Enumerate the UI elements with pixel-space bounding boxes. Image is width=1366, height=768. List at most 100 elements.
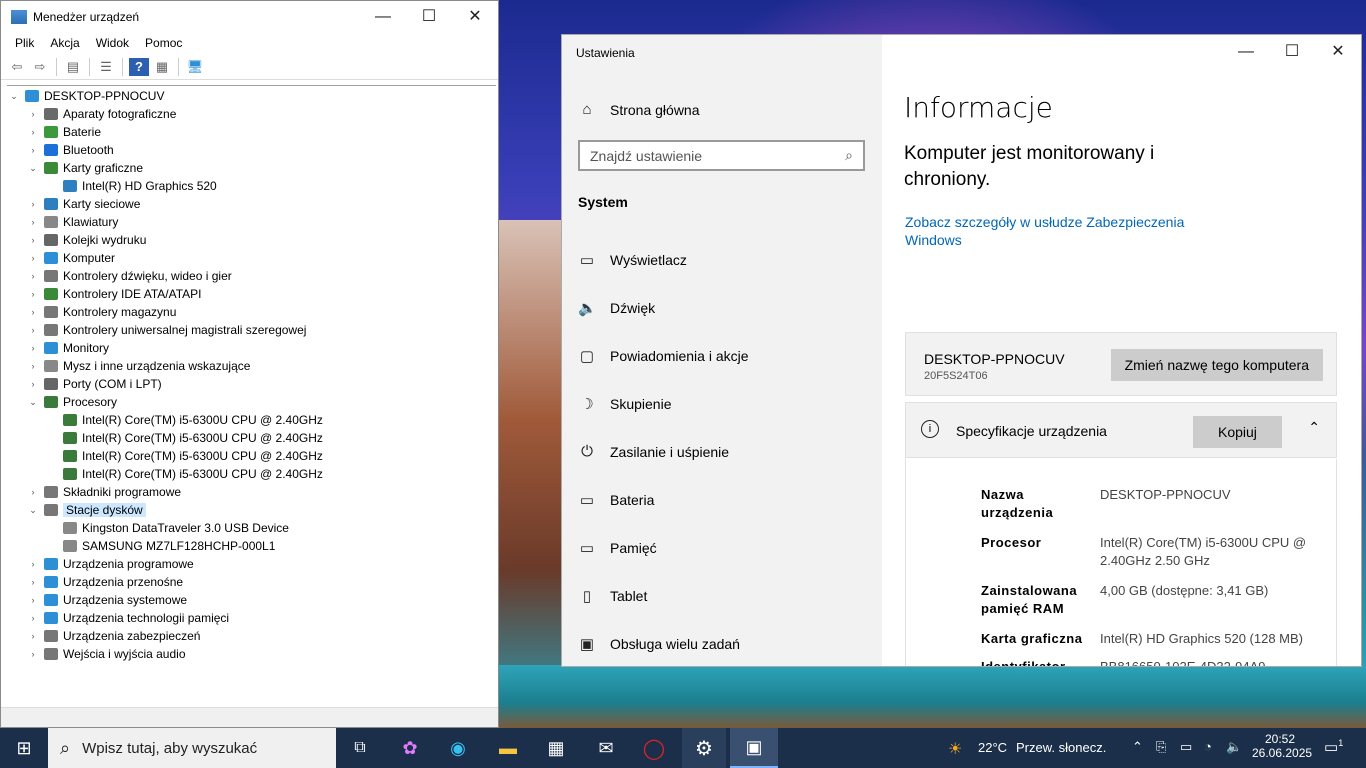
tree-item[interactable]: ⌄ Stacje dysków	[7, 501, 496, 519]
maximize-button[interactable]: ☐	[406, 1, 452, 32]
tree-item[interactable]: › Urządzenia technologii pamięci	[7, 609, 496, 627]
expand-chevron-icon[interactable]: ›	[26, 559, 40, 569]
weather-desc[interactable]: Przew. słonecz.	[1016, 740, 1106, 755]
tree-item[interactable]: › Baterie	[7, 123, 496, 141]
expand-chevron-icon[interactable]: ›	[26, 487, 40, 497]
security-details-link[interactable]: Zobacz szczegóły w usłudze Zabezpieczeni…	[905, 213, 1205, 249]
tree-item[interactable]: › Kontrolery magazynu	[7, 303, 496, 321]
file-explorer-icon[interactable]: ▬	[488, 728, 528, 768]
tree-item[interactable]: Intel(R) Core(TM) i5-6300U CPU @ 2.40GHz	[7, 429, 496, 447]
settings-search-input[interactable]: Znajdź ustawienie ⌕	[578, 140, 865, 171]
tree-item[interactable]: ⌄ Procesory	[7, 393, 496, 411]
expand-chevron-icon[interactable]: ›	[26, 127, 40, 137]
expand-chevron-icon[interactable]: ›	[26, 379, 40, 389]
expand-chevron-icon[interactable]: ›	[26, 271, 40, 281]
expand-chevron-icon[interactable]: ›	[26, 289, 40, 299]
spec-header[interactable]: i Specyfikacje urządzenia Kopiuj ⌃	[905, 402, 1337, 458]
expand-chevron-icon[interactable]: ›	[26, 577, 40, 587]
view-icon[interactable]: ▦	[152, 58, 172, 76]
volume-icon[interactable]: 🔈	[1226, 739, 1242, 755]
tree-item[interactable]: › Urządzenia przenośne	[7, 573, 496, 591]
expand-chevron-icon[interactable]: ›	[26, 631, 40, 641]
expand-chevron-icon[interactable]: ›	[26, 613, 40, 623]
nav-item[interactable]: ▣ Obsługa wielu zadań	[578, 635, 740, 653]
weather-temp[interactable]: 22°C	[978, 740, 1007, 755]
tree-item[interactable]: SAMSUNG MZ7LF128HCHP-000L1	[7, 537, 496, 555]
tree-item[interactable]: › Porty (COM i LPT)	[7, 375, 496, 393]
expand-chevron-icon[interactable]: ›	[26, 343, 40, 353]
nav-item[interactable]: 🔈 Dźwięk	[578, 299, 655, 317]
tree-item[interactable]: › Urządzenia programowe	[7, 555, 496, 573]
tree-item[interactable]: › Mysz i inne urządzenia wskazujące	[7, 357, 496, 375]
nav-item[interactable]: ▯ Tablet	[578, 587, 648, 605]
properties-icon[interactable]: ▤	[63, 58, 83, 76]
expand-chevron-icon[interactable]: ›	[26, 217, 40, 227]
tray-chevron-icon[interactable]: ⌃	[1132, 739, 1143, 755]
close-button[interactable]: ✕	[452, 1, 498, 32]
tree-item[interactable]: › Składniki programowe	[7, 483, 496, 501]
expand-chevron-icon[interactable]: ›	[26, 361, 40, 371]
nav-item[interactable]: ▭ Wyświetlacz	[578, 251, 687, 269]
expand-chevron-icon[interactable]: ›	[26, 325, 40, 335]
tree-item[interactable]: › Komputer	[7, 249, 496, 267]
start-button[interactable]: ⊞	[0, 728, 48, 768]
battery-icon[interactable]: ▭	[1180, 739, 1192, 755]
nav-item[interactable]: ▭ Pamięć	[578, 539, 657, 557]
taskbar-search-input[interactable]: ⌕ Wpisz tutaj, aby wyszukać	[48, 728, 336, 768]
nav-item[interactable]: ▭ Bateria	[578, 491, 654, 509]
collapse-chevron-icon[interactable]: ⌄	[26, 397, 40, 408]
menu-action[interactable]: Akcja	[42, 36, 87, 50]
expand-chevron-icon[interactable]: ›	[26, 199, 40, 209]
expand-chevron-icon[interactable]: ›	[26, 109, 40, 119]
copilot-icon[interactable]: ✿	[390, 728, 430, 768]
forward-arrow-icon[interactable]: ⇨	[30, 58, 50, 76]
chevron-up-icon[interactable]: ⌃	[1308, 419, 1320, 436]
opera-icon[interactable]: ◯	[634, 728, 674, 768]
minimize-button[interactable]: —	[360, 1, 406, 32]
tree-item[interactable]: › Klawiatury	[7, 213, 496, 231]
tree-item[interactable]: Kingston DataTraveler 3.0 USB Device	[7, 519, 496, 537]
device-manager-task-icon[interactable]: ▣	[730, 728, 778, 768]
tree-item[interactable]: ⌄ Karty graficzne	[7, 159, 496, 177]
nav-item[interactable]: ☽ Skupienie	[578, 395, 671, 413]
collapse-chevron-icon[interactable]: ⌄	[26, 505, 40, 516]
nav-item[interactable]: ▢ Powiadomienia i akcje	[578, 347, 749, 365]
menu-view[interactable]: Widok	[88, 36, 137, 50]
tree-root[interactable]: ⌄ DESKTOP-PPNOCUV	[7, 87, 496, 105]
settings-gear-icon[interactable]: ⚙	[682, 728, 726, 768]
task-view-icon[interactable]: ⧉	[340, 728, 380, 768]
menu-help[interactable]: Pomoc	[137, 36, 190, 50]
tree-item[interactable]: › Kontrolery uniwersalnej magistrali szer…	[7, 321, 496, 339]
tree-item[interactable]: › Kontrolery dźwięku, wideo i gier	[7, 267, 496, 285]
tree-item[interactable]: › Kontrolery IDE ATA/ATAPI	[7, 285, 496, 303]
expand-chevron-icon[interactable]: ›	[26, 235, 40, 245]
back-arrow-icon[interactable]: ⇦	[7, 58, 27, 76]
list-icon[interactable]: ☰	[96, 58, 116, 76]
expand-chevron-icon[interactable]: ›	[26, 595, 40, 605]
tree-item[interactable]: › Monitory	[7, 339, 496, 357]
tray-device-icon[interactable]: ⎘	[1156, 739, 1166, 755]
tree-item[interactable]: Intel(R) Core(TM) i5-6300U CPU @ 2.40GHz	[7, 447, 496, 465]
weather-icon[interactable]: ☀	[948, 739, 962, 759]
nav-home[interactable]: ⌂ Strona główna	[578, 101, 699, 118]
monitor-icon[interactable]: 🖥	[185, 58, 205, 76]
menu-file[interactable]: Plik	[7, 36, 42, 50]
edge-icon[interactable]: ◉	[438, 728, 478, 768]
mail-icon[interactable]: ✉	[586, 728, 626, 768]
tree-item[interactable]: Intel(R) Core(TM) i5-6300U CPU @ 2.40GHz	[7, 465, 496, 483]
clock[interactable]: 20:52 26.06.2025	[1252, 732, 1312, 760]
tree-item[interactable]: › Urządzenia zabezpieczeń	[7, 627, 496, 645]
tree-item[interactable]: › Karty sieciowe	[7, 195, 496, 213]
expand-chevron-icon[interactable]: ›	[26, 649, 40, 659]
notification-icon[interactable]: ▭1	[1324, 738, 1343, 756]
expand-chevron-icon[interactable]: ›	[26, 253, 40, 263]
rename-button[interactable]: Zmień nazwę tego komputera	[1110, 349, 1323, 381]
tree-item[interactable]: › Kolejki wydruku	[7, 231, 496, 249]
collapse-chevron-icon[interactable]: ⌄	[26, 163, 40, 174]
tree-item[interactable]: › Aparaty fotograficzne	[7, 105, 496, 123]
tree-item[interactable]: Intel(R) Core(TM) i5-6300U CPU @ 2.40GHz	[7, 411, 496, 429]
collapse-chevron-icon[interactable]: ⌄	[7, 91, 21, 102]
tree-item[interactable]: › Wejścia i wyjścia audio	[7, 645, 496, 663]
expand-chevron-icon[interactable]: ›	[26, 145, 40, 155]
copy-button[interactable]: Kopiuj	[1193, 416, 1282, 448]
